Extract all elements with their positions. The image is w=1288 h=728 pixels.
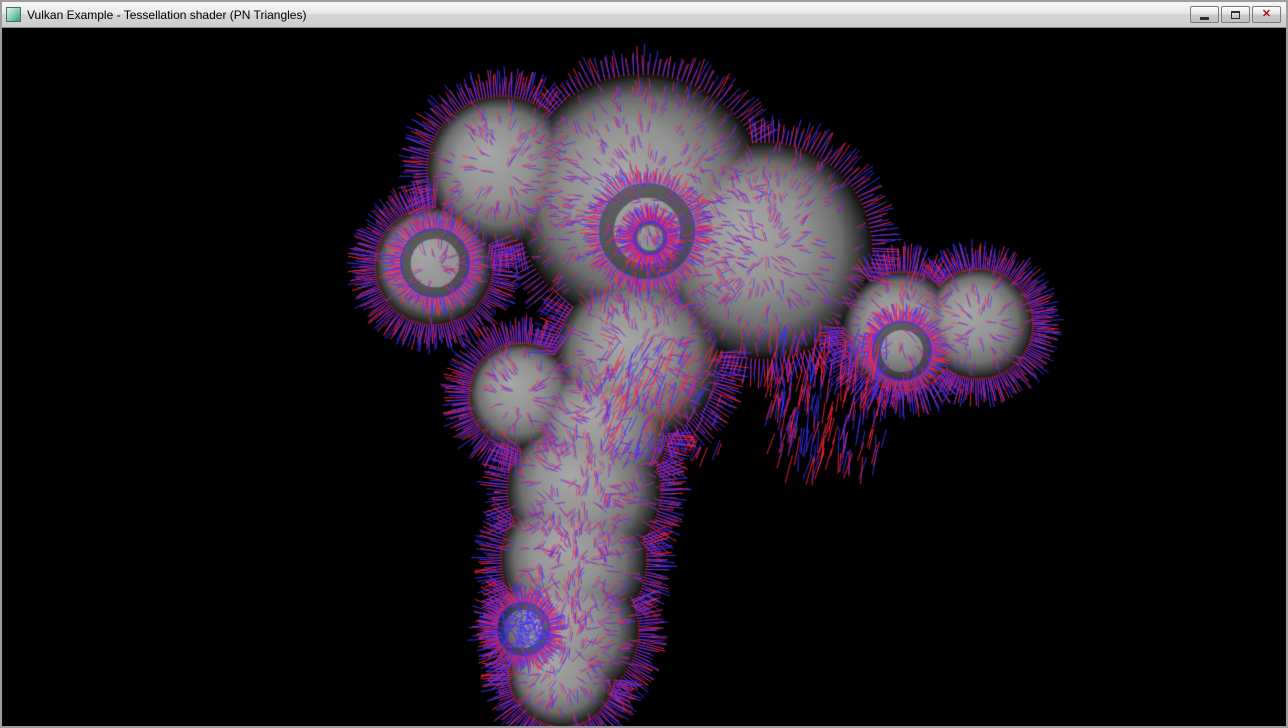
minimize-icon (1200, 17, 1209, 20)
titlebar[interactable]: Vulkan Example - Tessellation shader (PN… (2, 2, 1286, 28)
close-button[interactable]: ✕ (1252, 6, 1281, 23)
window-controls: ✕ (1190, 6, 1282, 23)
vulkan-app-icon (6, 7, 21, 22)
render-viewport[interactable] (2, 28, 1286, 726)
window-title: Vulkan Example - Tessellation shader (PN… (27, 8, 306, 22)
minimize-button[interactable] (1190, 6, 1219, 23)
maximize-button[interactable] (1221, 6, 1250, 23)
close-icon: ✕ (1262, 9, 1271, 20)
client-area (2, 28, 1286, 726)
maximize-icon (1231, 11, 1240, 19)
app-window: Vulkan Example - Tessellation shader (PN… (0, 0, 1288, 728)
